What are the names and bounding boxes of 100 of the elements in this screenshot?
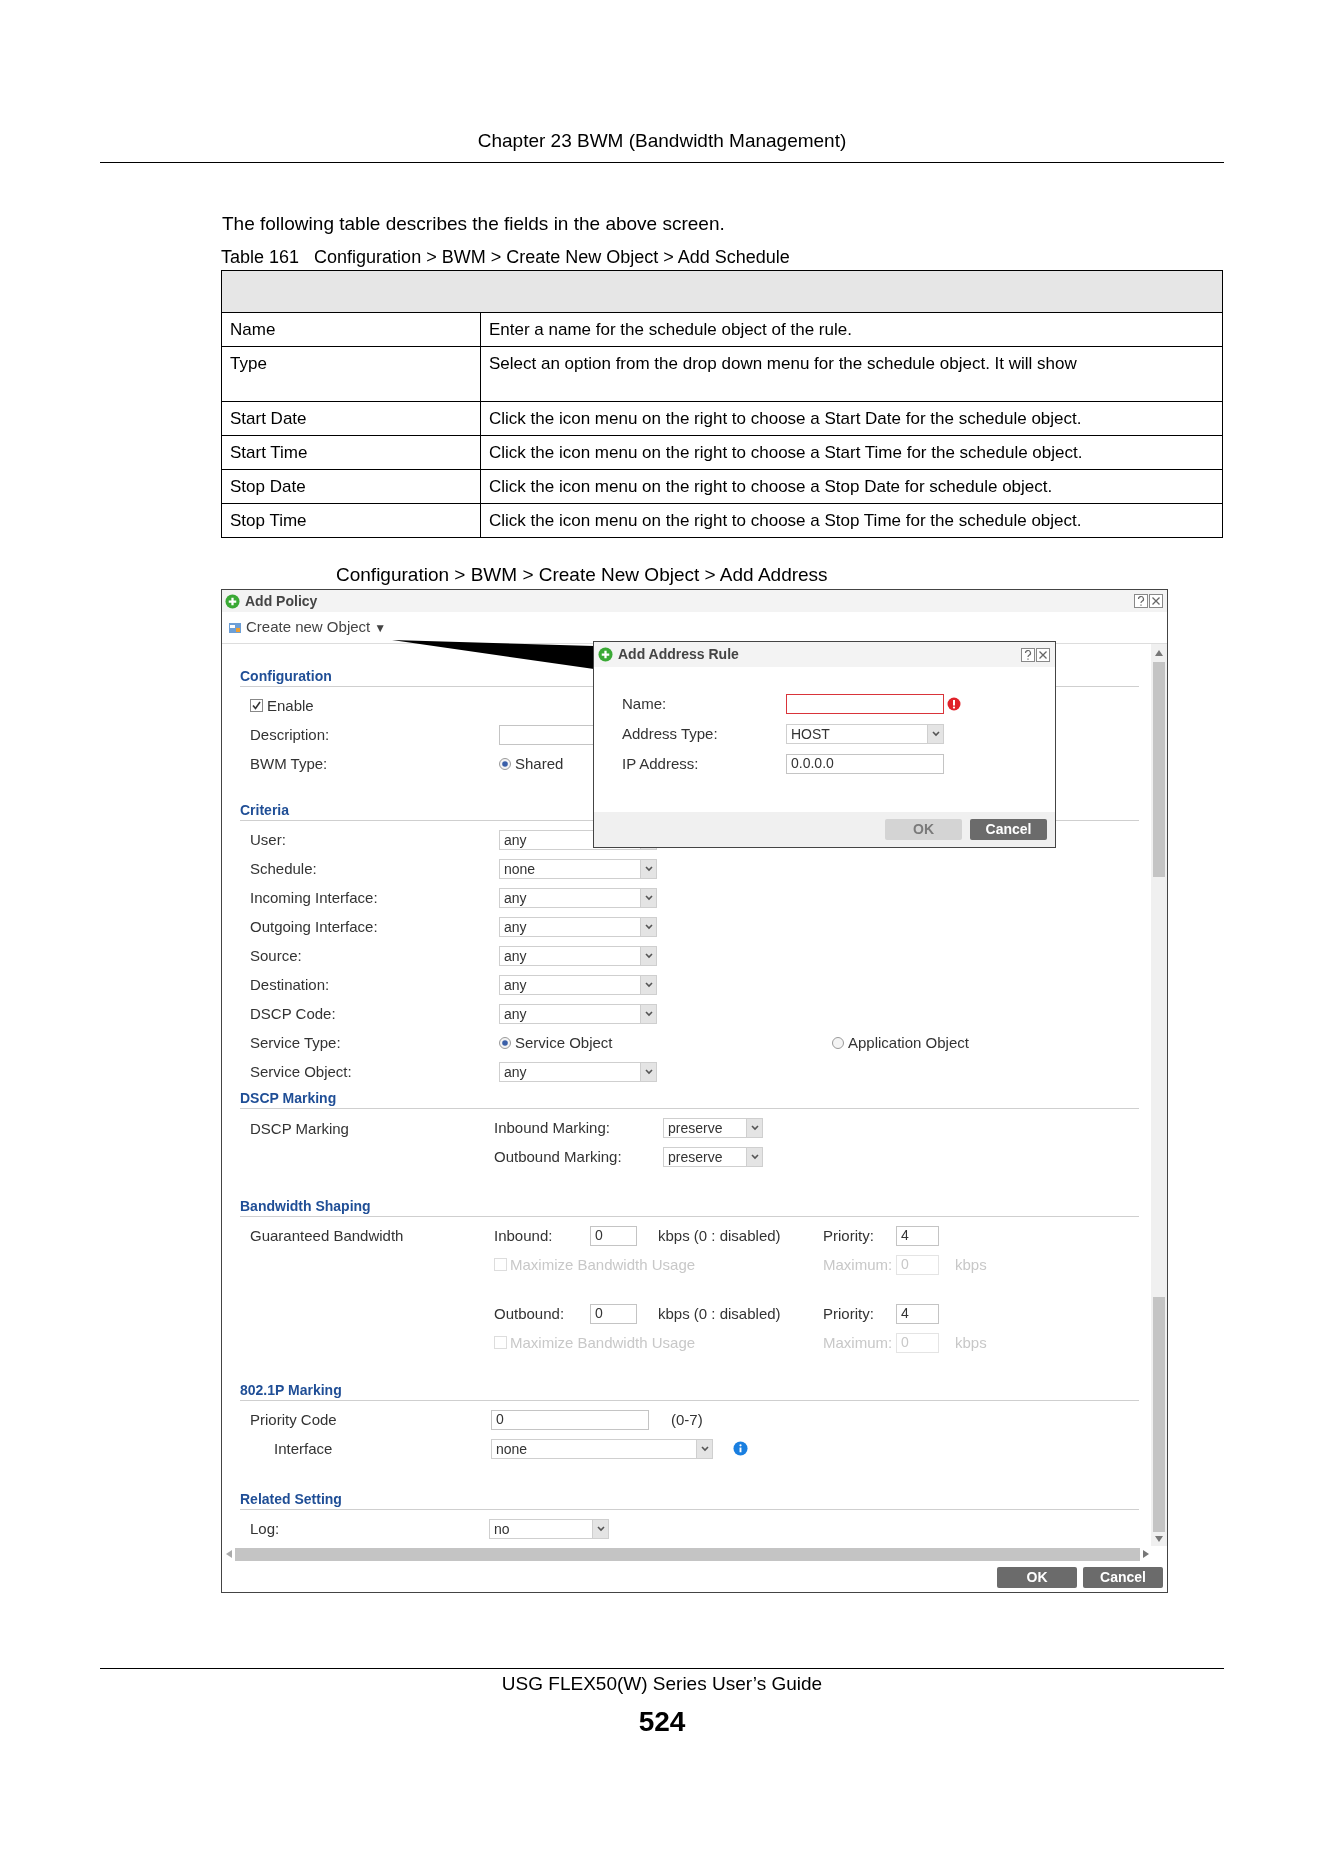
section-heading: Criteria bbox=[240, 801, 290, 820]
error-icon bbox=[947, 696, 961, 711]
dropdown[interactable]: preserve bbox=[663, 1146, 763, 1167]
section-heading: Configuration bbox=[240, 667, 332, 686]
dropdown[interactable]: none bbox=[499, 858, 657, 879]
field-label: Guaranteed Bandwidth bbox=[250, 1226, 405, 1246]
dropdown[interactable]: any bbox=[499, 916, 657, 937]
dropdown[interactable]: any bbox=[499, 945, 657, 966]
radio-button[interactable] bbox=[499, 1036, 511, 1049]
field-label: Inbound Marking: bbox=[494, 1117, 611, 1138]
dropdown[interactable]: HOST bbox=[786, 723, 944, 744]
table-cell: Name bbox=[230, 320, 276, 339]
field-label: BWM Type: bbox=[250, 753, 329, 774]
field-label: Priority: bbox=[823, 1303, 875, 1324]
radio-button[interactable] bbox=[499, 757, 511, 770]
field-label: Priority: bbox=[823, 1225, 875, 1246]
chevron-down-icon bbox=[596, 1525, 605, 1532]
field-label: IP Address: bbox=[622, 753, 700, 774]
dropdown[interactable]: no bbox=[489, 1518, 609, 1539]
field-label: Incoming Interface: bbox=[250, 887, 379, 908]
table-cell: Start Time bbox=[230, 443, 308, 462]
chevron-down-icon bbox=[931, 730, 940, 737]
input-field[interactable]: 0 bbox=[491, 1409, 649, 1430]
dialog-title: Add Address Rule bbox=[618, 645, 739, 664]
dropdown[interactable]: any bbox=[499, 1003, 657, 1024]
table-cell: Start Date bbox=[230, 409, 307, 428]
section-heading: Bandwidth Shaping bbox=[240, 1197, 371, 1216]
dropdown[interactable]: preserve bbox=[663, 1117, 763, 1138]
input-field[interactable]: 4 bbox=[896, 1303, 939, 1324]
add-icon bbox=[598, 647, 613, 662]
table-cell: Stop Date bbox=[230, 477, 306, 496]
table-caption: Table 161 Configuration > BWM > Create New Object > Add Schedule bbox=[221, 246, 790, 268]
window-title: Add Policy bbox=[245, 591, 318, 611]
input-field[interactable]: 0 bbox=[590, 1303, 637, 1324]
chevron-down-icon bbox=[750, 1124, 759, 1131]
chapter-title: Chapter 23 BWM (Bandwidth Management) bbox=[477, 129, 847, 153]
field-label: Inbound: bbox=[494, 1225, 554, 1246]
dropdown[interactable]: none bbox=[491, 1438, 713, 1459]
disabled-button: OK bbox=[885, 819, 962, 840]
input-field[interactable]: 0 bbox=[590, 1225, 637, 1246]
scrollbar-thumb[interactable] bbox=[1153, 662, 1165, 877]
field-label: Destination: bbox=[250, 974, 331, 995]
field-label: Interface bbox=[273, 1438, 334, 1459]
table-cell: Select an option from the drop down menu for the schedule object. It will show bbox=[489, 354, 1077, 373]
figure-caption: Configuration > BWM > Create New Object > Add Address bbox=[336, 563, 828, 587]
field-label: Source: bbox=[250, 945, 303, 966]
scroll-up-icon[interactable] bbox=[1155, 650, 1163, 656]
field-label: DSCP Marking bbox=[250, 1119, 350, 1139]
object-icon bbox=[228, 620, 242, 635]
field-label: Priority Code bbox=[250, 1409, 338, 1430]
hint-text: (0-7) bbox=[671, 1409, 703, 1430]
scroll-left-icon[interactable] bbox=[226, 1550, 232, 1558]
checkbox[interactable] bbox=[250, 699, 263, 712]
vertical-scrollbar[interactable] bbox=[1151, 644, 1167, 1546]
close-icon[interactable] bbox=[1149, 594, 1163, 608]
section-heading: DSCP Marking bbox=[240, 1089, 337, 1108]
chevron-down-icon bbox=[644, 894, 653, 901]
unit-text: kbps (0 : disabled) bbox=[658, 1303, 782, 1324]
table-cell: Click the icon menu on the right to choose a Stop Time for the schedule object. bbox=[489, 511, 1082, 530]
input-field[interactable]: 0.0.0.0 bbox=[786, 753, 944, 774]
form-button[interactable]: OK bbox=[997, 1566, 1077, 1588]
radio-label: Shared bbox=[515, 753, 564, 774]
field-label: User: bbox=[250, 829, 287, 850]
radio-label: Service Object bbox=[515, 1032, 613, 1053]
help-icon[interactable] bbox=[1021, 647, 1035, 662]
input-field[interactable] bbox=[786, 693, 944, 714]
dialog-button[interactable]: Cancel bbox=[970, 819, 1047, 840]
table-cell: Enter a name for the schedule object of the rule. bbox=[489, 320, 852, 339]
close-icon[interactable] bbox=[1036, 647, 1050, 662]
chevron-down-icon bbox=[644, 923, 653, 930]
section-heading: Related Setting bbox=[240, 1490, 342, 1509]
chevron-down-icon bbox=[750, 1153, 759, 1160]
field-label: Service Type: bbox=[250, 1032, 342, 1053]
help-icon[interactable] bbox=[1134, 594, 1148, 608]
horizontal-scrollbar[interactable] bbox=[235, 1547, 1140, 1561]
table-cell: Type bbox=[230, 354, 267, 373]
chevron-down-icon bbox=[644, 865, 653, 872]
create-object-menu[interactable]: Create new Object ▼ bbox=[228, 616, 387, 639]
dropdown[interactable]: any bbox=[499, 974, 657, 995]
radio-button[interactable] bbox=[832, 1036, 844, 1049]
table-cell: Click the icon menu on the right to choose a Stop Date for schedule object. bbox=[489, 477, 1053, 496]
dropdown[interactable]: any bbox=[499, 887, 657, 908]
table-cell: Click the icon menu on the right to choose a Start Time for the schedule object. bbox=[489, 443, 1083, 462]
chevron-down-icon bbox=[700, 1445, 709, 1452]
dropdown[interactable]: any bbox=[499, 1061, 657, 1082]
radio-label: Application Object bbox=[848, 1032, 969, 1053]
field-label: Description: bbox=[250, 724, 331, 745]
scroll-down-icon[interactable] bbox=[1155, 1536, 1163, 1542]
unit-text: kbps (0 : disabled) bbox=[658, 1225, 782, 1246]
input-field[interactable]: 4 bbox=[896, 1225, 939, 1246]
scroll-right-icon[interactable] bbox=[1143, 1550, 1149, 1558]
chevron-down-icon bbox=[644, 1068, 653, 1075]
field-label: Outgoing Interface: bbox=[250, 916, 379, 937]
field-label: DSCP Code: bbox=[250, 1003, 337, 1024]
scrollbar-thumb[interactable] bbox=[1153, 1297, 1165, 1532]
form-button[interactable]: Cancel bbox=[1083, 1566, 1163, 1588]
page-number: 524 bbox=[638, 1706, 686, 1738]
table-cell: Stop Time bbox=[230, 511, 307, 530]
field-label: Service Object: bbox=[250, 1061, 353, 1082]
info-icon[interactable] bbox=[733, 1441, 748, 1456]
